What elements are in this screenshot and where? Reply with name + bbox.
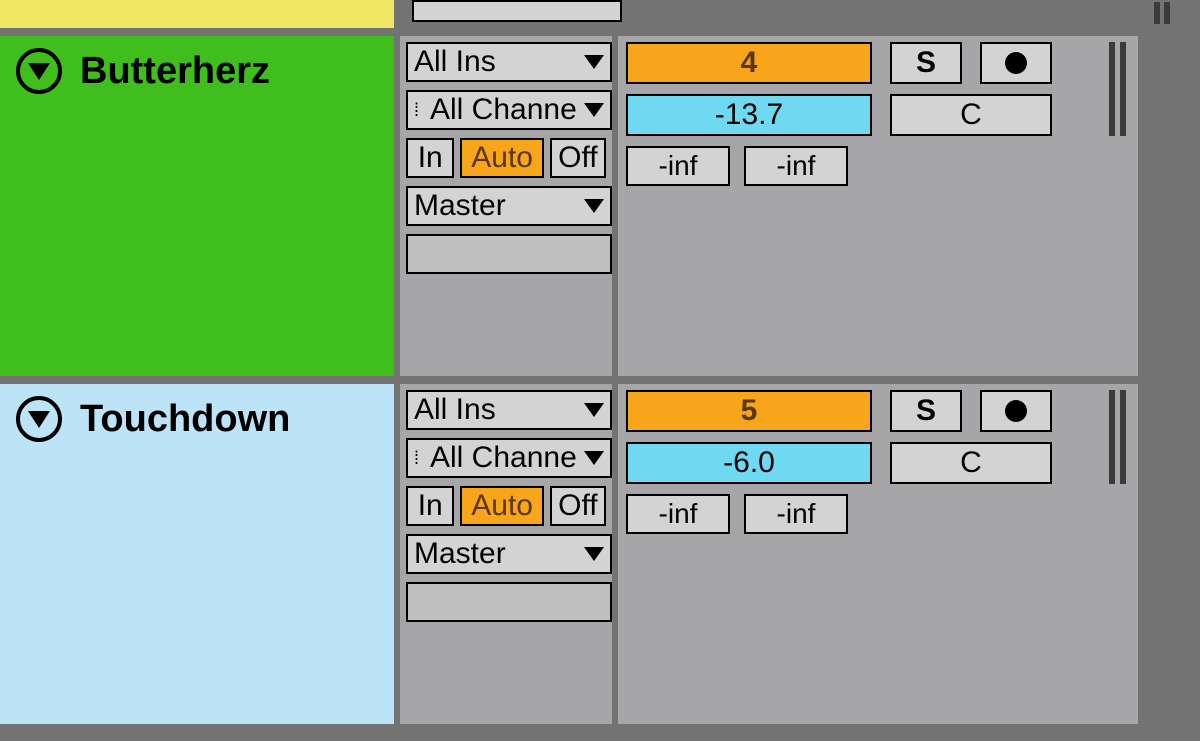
input-channel-dropdown[interactable]: ⁞ All Channe [406, 90, 612, 130]
chevron-down-icon [584, 199, 604, 213]
track-row: Butterherz All Ins ⁞ All Channe In Auto … [0, 28, 1200, 376]
meter-bar [1109, 390, 1115, 484]
io-section: All Ins ⁞ All Channe In Auto Off Master [400, 36, 618, 376]
track-header[interactable]: Touchdown [0, 384, 400, 724]
mixer-section: 4 S -13.7 C -inf -inf [618, 36, 1138, 376]
pan-field[interactable]: C [890, 94, 1052, 136]
solo-button[interactable]: S [890, 42, 962, 84]
meter-bar [1109, 42, 1115, 136]
input-type-dropdown[interactable]: All Ins [406, 42, 612, 82]
output-dropdown[interactable]: Master [406, 534, 612, 574]
output-dropdown[interactable]: Master [406, 186, 612, 226]
track-name-label: Butterherz [80, 50, 270, 93]
input-type-dropdown[interactable]: All Ins [406, 390, 612, 430]
next-track-sliver [0, 724, 1200, 733]
input-type-value: All Ins [414, 45, 496, 79]
record-icon [1005, 52, 1027, 74]
send-b-field[interactable]: -inf [744, 146, 848, 186]
chevron-down-icon [28, 63, 50, 80]
chevron-down-icon [584, 55, 604, 69]
meter-bar [1120, 42, 1126, 136]
track-activator[interactable]: 5 [626, 390, 872, 432]
monitor-auto-button[interactable]: Auto [460, 486, 543, 526]
send-a-field[interactable]: -inf [626, 494, 730, 534]
arm-button[interactable] [980, 42, 1052, 84]
grip-icon: ⁞ [414, 454, 424, 462]
output-value: Master [414, 189, 506, 223]
io-section: All Ins ⁞ All Channe In Auto Off Master [400, 384, 618, 724]
volume-field[interactable]: -13.7 [626, 94, 872, 136]
monitor-group: In Auto Off [406, 486, 606, 526]
track-name-label: Touchdown [80, 398, 290, 441]
input-type-value: All Ins [414, 393, 496, 427]
monitor-off-button[interactable]: Off [550, 138, 606, 178]
mixer-section: 5 S -6.0 C -inf -inf [618, 384, 1138, 724]
chevron-down-icon [28, 411, 50, 428]
fold-toggle[interactable] [16, 48, 62, 94]
prev-track-output[interactable] [412, 0, 622, 22]
track-row: Touchdown All Ins ⁞ All Channe In Auto O… [0, 376, 1200, 724]
meter-bar [1154, 2, 1160, 24]
meter-bar [1164, 2, 1170, 24]
grip-icon: ⁞ [414, 106, 424, 114]
track-activator[interactable]: 4 [626, 42, 872, 84]
volume-field[interactable]: -6.0 [626, 442, 872, 484]
solo-button[interactable]: S [890, 390, 962, 432]
chevron-down-icon [584, 103, 604, 117]
record-icon [1005, 400, 1027, 422]
fold-toggle[interactable] [16, 396, 62, 442]
monitor-in-button[interactable]: In [406, 486, 454, 526]
prev-track-header[interactable] [0, 0, 400, 28]
output-value: Master [414, 537, 506, 571]
monitor-off-button[interactable]: Off [550, 486, 606, 526]
monitor-group: In Auto Off [406, 138, 606, 178]
chevron-down-icon [584, 403, 604, 417]
previous-track-sliver [0, 0, 1200, 28]
meter-bar [1120, 390, 1126, 484]
chevron-down-icon [584, 451, 604, 465]
pan-field[interactable]: C [890, 442, 1052, 484]
monitor-auto-button[interactable]: Auto [460, 138, 543, 178]
monitor-in-button[interactable]: In [406, 138, 454, 178]
input-channel-dropdown[interactable]: ⁞ All Channe [406, 438, 612, 478]
chevron-down-icon [584, 547, 604, 561]
input-channel-value: All Channe [430, 441, 577, 475]
output-channel-dropdown[interactable] [406, 582, 612, 622]
track-header[interactable]: Butterherz [0, 36, 400, 376]
input-channel-value: All Channe [430, 93, 577, 127]
send-a-field[interactable]: -inf [626, 146, 730, 186]
send-b-field[interactable]: -inf [744, 494, 848, 534]
arm-button[interactable] [980, 390, 1052, 432]
output-channel-dropdown[interactable] [406, 234, 612, 274]
